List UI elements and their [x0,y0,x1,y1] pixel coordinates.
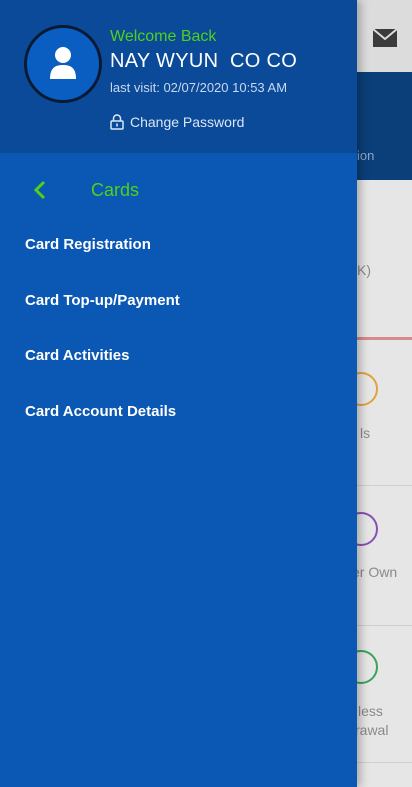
menu-item-card-activities[interactable]: Card Activities [25,347,129,364]
chevron-left-icon[interactable] [30,180,50,200]
menu-item-card-topup-payment[interactable]: Card Top-up/Payment [25,292,180,309]
menu-item-card-account-details[interactable]: Card Account Details [25,403,176,420]
drawer-header: Welcome Back NAY WYUN CO CO last visit: … [0,0,357,153]
mail-icon[interactable] [372,28,398,48]
change-password-label: Change Password [130,114,245,130]
last-visit-text: last visit: 02/07/2020 10:53 AM [110,80,288,95]
cards-section-header: Cards [0,170,357,210]
background-row-text: K) [357,262,371,278]
change-password-link[interactable]: Change Password [110,114,244,130]
background-banner-text: ion [357,148,375,163]
user-name: NAY WYUN CO CO [110,50,298,72]
navigation-drawer: Welcome Back NAY WYUN CO CO last visit: … [0,0,357,787]
background-row-text: less [358,703,383,719]
background-row-text: rawal [355,722,389,738]
section-title: Cards [91,180,140,200]
menu-item-card-registration[interactable]: Card Registration [25,236,151,253]
background-row-text: er Own [352,564,398,580]
welcome-text: Welcome Back [110,28,217,45]
avatar[interactable] [24,25,102,103]
lock-icon [110,114,124,130]
user-icon [50,47,76,79]
background-row-text: ls [360,425,371,441]
